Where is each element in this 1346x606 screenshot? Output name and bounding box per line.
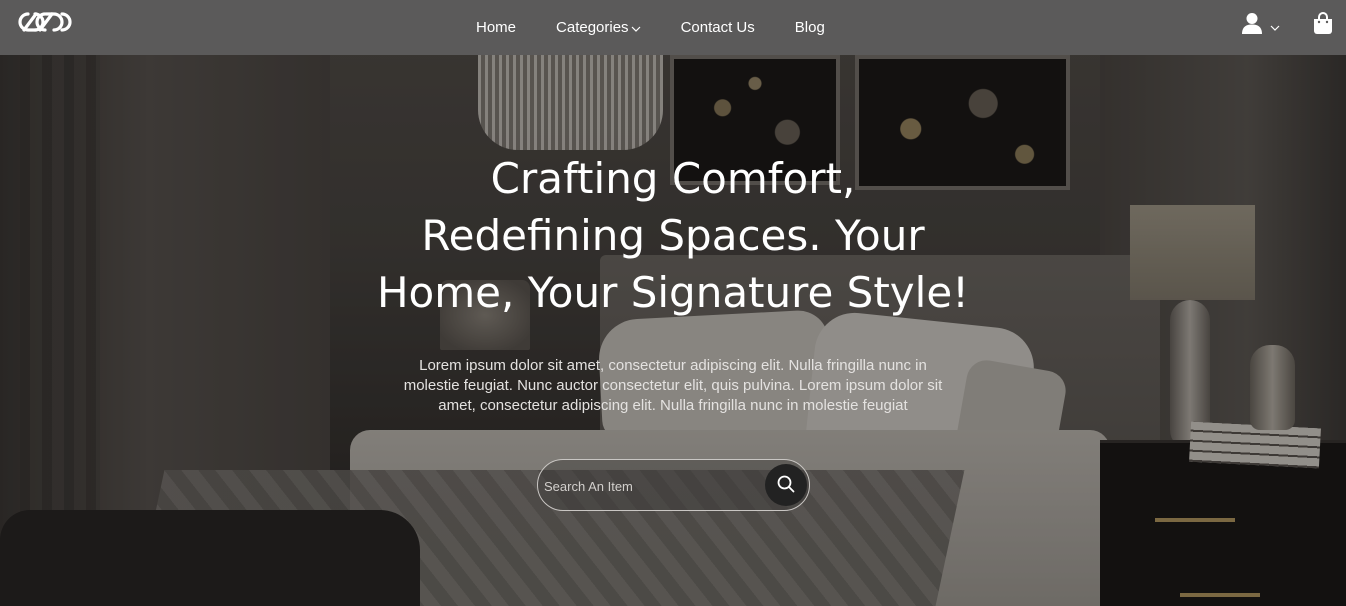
nav-categories-label: Categories (556, 19, 629, 36)
nav-blog-link[interactable]: Blog (795, 19, 825, 36)
hero-subtext: Lorem ipsum dolor sit amet, consectetur … (403, 357, 943, 414)
search-bar (537, 459, 810, 511)
shopping-bag-icon[interactable] (1312, 11, 1334, 35)
linked-rings-logo[interactable] (14, 10, 72, 34)
search-button[interactable] (765, 464, 807, 506)
top-navbar: Home Categories Contact Us Blog (0, 0, 1346, 55)
hero-headline: Crafting Comfort, Redefining Spaces. You… (376, 154, 970, 317)
hero-content: Crafting Comfort, Redefining Spaces. You… (373, 150, 973, 416)
chevron-down-icon (631, 20, 641, 37)
nav-categories-dropdown[interactable]: Categories (556, 18, 641, 37)
search-input[interactable] (544, 474, 759, 498)
nav-home-link[interactable]: Home (476, 19, 516, 36)
logo-icon (18, 12, 72, 32)
search-icon (777, 475, 795, 496)
main-nav: Home Categories Contact Us Blog (476, 0, 825, 55)
chevron-down-icon (1270, 19, 1280, 37)
user-menu-button[interactable] (1240, 12, 1280, 38)
nav-contact-link[interactable]: Contact Us (681, 19, 755, 36)
user-icon (1240, 12, 1264, 39)
